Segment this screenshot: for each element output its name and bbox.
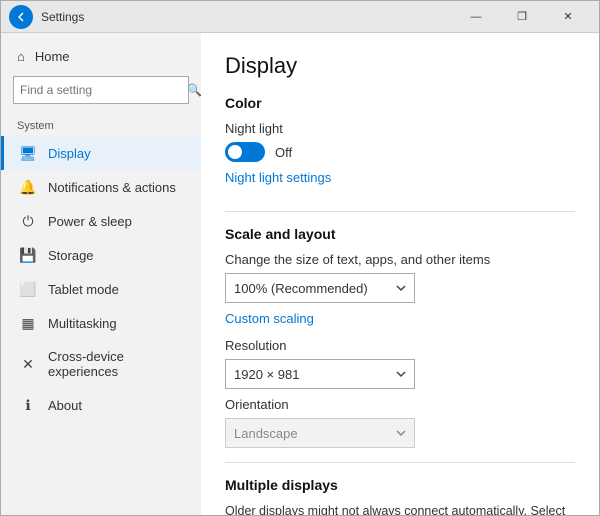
scale-value: 100% (Recommended) [234, 281, 368, 296]
content-area: ⌂ Home 🔍 System 🖥 Display 🔔 Notification… [1, 33, 599, 515]
page-title: Display [225, 53, 575, 79]
sidebar-item-display[interactable]: 🖥 Display [1, 136, 201, 170]
sidebar-item-tablet[interactable]: ⬜ Tablet mode [1, 272, 201, 306]
resolution-label: Resolution [225, 338, 575, 353]
sidebar-item-crossdevice[interactable]: ✕ Cross-device experiences [1, 340, 201, 388]
sidebar: ⌂ Home 🔍 System 🖥 Display 🔔 Notification… [1, 33, 201, 515]
sidebar-item-storage[interactable]: 💾 Storage [1, 238, 201, 272]
custom-scaling-link[interactable]: Custom scaling [225, 311, 314, 326]
display-icon: 🖥 [20, 145, 36, 161]
window-title: Settings [41, 10, 453, 24]
divider-1 [225, 211, 575, 212]
night-light-toggle-row: Off [225, 142, 575, 162]
sidebar-item-crossdevice-label: Cross-device experiences [48, 349, 185, 379]
home-icon: ⌂ [17, 49, 25, 64]
resolution-dropdown[interactable]: 1920 × 981 [225, 359, 415, 389]
night-light-state: Off [275, 145, 292, 160]
tablet-icon: ⬜ [20, 281, 36, 297]
chevron-down-icon-2 [396, 369, 406, 379]
chevron-down-icon-3 [396, 428, 406, 438]
sidebar-search-box[interactable]: 🔍 [13, 76, 189, 104]
crossdevice-icon: ✕ [20, 356, 36, 372]
main-content: Display Color Night light Off Night ligh… [201, 33, 599, 515]
sidebar-item-about-label: About [48, 398, 82, 413]
sidebar-item-tablet-label: Tablet mode [48, 282, 119, 297]
sidebar-item-display-label: Display [48, 146, 91, 161]
sidebar-item-multitasking[interactable]: ▦ Multitasking [1, 306, 201, 340]
sidebar-home-label: Home [35, 49, 70, 64]
sidebar-section-label: System [1, 112, 201, 136]
divider-2 [225, 462, 575, 463]
sidebar-item-home[interactable]: ⌂ Home [1, 41, 201, 72]
minimize-button[interactable]: — [453, 1, 499, 33]
orientation-label: Orientation [225, 397, 575, 412]
scale-description: Change the size of text, apps, and other… [225, 252, 575, 267]
titlebar: Settings — ❐ ✕ [1, 1, 599, 33]
notifications-icon: 🔔 [20, 179, 36, 195]
chevron-down-icon [396, 283, 406, 293]
orientation-value: Landscape [234, 426, 298, 441]
sidebar-item-about[interactable]: ℹ About [1, 388, 201, 422]
night-light-label: Night light [225, 121, 575, 136]
window: Settings — ❐ ✕ ⌂ Home 🔍 System 🖥 Display [0, 0, 600, 516]
night-light-settings-link[interactable]: Night light settings [225, 170, 331, 185]
back-button[interactable] [9, 5, 33, 29]
search-icon: 🔍 [181, 83, 201, 97]
multitasking-icon: ▦ [20, 315, 36, 331]
sidebar-item-notifications-label: Notifications & actions [48, 180, 176, 195]
multiple-section-title: Multiple displays [225, 477, 575, 493]
sidebar-item-storage-label: Storage [48, 248, 94, 263]
multiple-description: Older displays might not always connect … [225, 503, 575, 515]
orientation-dropdown[interactable]: Landscape [225, 418, 415, 448]
about-icon: ℹ [20, 397, 36, 413]
sidebar-item-multitasking-label: Multitasking [48, 316, 117, 331]
search-input[interactable] [14, 83, 181, 97]
resolution-value: 1920 × 981 [234, 367, 299, 382]
sidebar-item-notifications[interactable]: 🔔 Notifications & actions [1, 170, 201, 204]
maximize-button[interactable]: ❐ [499, 1, 545, 33]
sidebar-item-power-label: Power & sleep [48, 214, 132, 229]
night-light-toggle[interactable] [225, 142, 265, 162]
scale-dropdown[interactable]: 100% (Recommended) [225, 273, 415, 303]
scale-section-title: Scale and layout [225, 226, 575, 242]
close-button[interactable]: ✕ [545, 1, 591, 33]
toggle-knob [228, 145, 242, 159]
titlebar-controls: — ❐ ✕ [453, 1, 591, 33]
sidebar-item-power[interactable]: ⏻ Power & sleep [1, 204, 201, 238]
color-section-title: Color [225, 95, 575, 111]
storage-icon: 💾 [20, 247, 36, 263]
power-icon: ⏻ [20, 213, 36, 229]
